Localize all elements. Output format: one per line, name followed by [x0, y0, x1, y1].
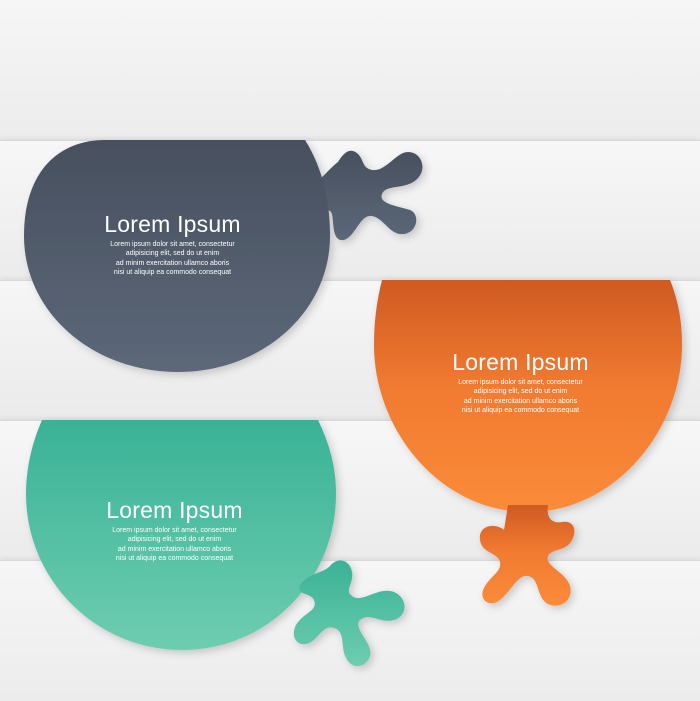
body-line: ad minim exercitation ullamco aboris — [117, 545, 232, 553]
body-line: adipisicing elit, sed do ut enim — [125, 250, 220, 258]
body-line: ad minim exercitation ullamco aboris — [463, 397, 578, 405]
body-line: adipisicing elit, sed do ut enim — [127, 536, 222, 544]
body-line: nisi ut aliquip ea commodo consequat — [115, 555, 234, 563]
body-line: Lorem ipsum dolor sit amet, consectetur — [112, 527, 237, 534]
orange-bubble — [374, 280, 682, 606]
slate-bubble-title: Lorem Ipsum — [104, 211, 241, 237]
orange-splash-shape — [479, 505, 575, 606]
orange-bubble-body: Lorem ipsum dolor sit amet, consectetur … — [408, 378, 633, 416]
teal-bubble-body: Lorem ipsum dolor sit amet, consectetur … — [62, 526, 287, 564]
body-line: nisi ut aliquip ea commodo consequat — [113, 269, 232, 277]
body-line: nisi ut aliquip ea commodo consequat — [461, 407, 580, 415]
slate-bubble-body: Lorem ipsum dolor sit amet, consectetur … — [60, 240, 285, 278]
body-line: ad minim exercitation ullamco aboris — [115, 259, 230, 267]
body-line: Lorem ipsum dolor sit amet, consectetur — [110, 241, 235, 248]
teal-bubble-text: Lorem Ipsum Lorem ipsum dolor sit amet, … — [62, 496, 287, 564]
slate-bubble-text: Lorem Ipsum Lorem ipsum dolor sit amet, … — [60, 210, 285, 278]
body-line: Lorem ipsum dolor sit amet, consectetur — [458, 379, 583, 386]
teal-splash-shape — [293, 560, 405, 667]
orange-bubble-text: Lorem Ipsum Lorem ipsum dolor sit amet, … — [408, 348, 633, 416]
body-line: adipisicing elit, sed do ut enim — [473, 388, 568, 396]
teal-bubble-title: Lorem Ipsum — [106, 497, 243, 523]
orange-bubble-title: Lorem Ipsum — [452, 349, 589, 375]
